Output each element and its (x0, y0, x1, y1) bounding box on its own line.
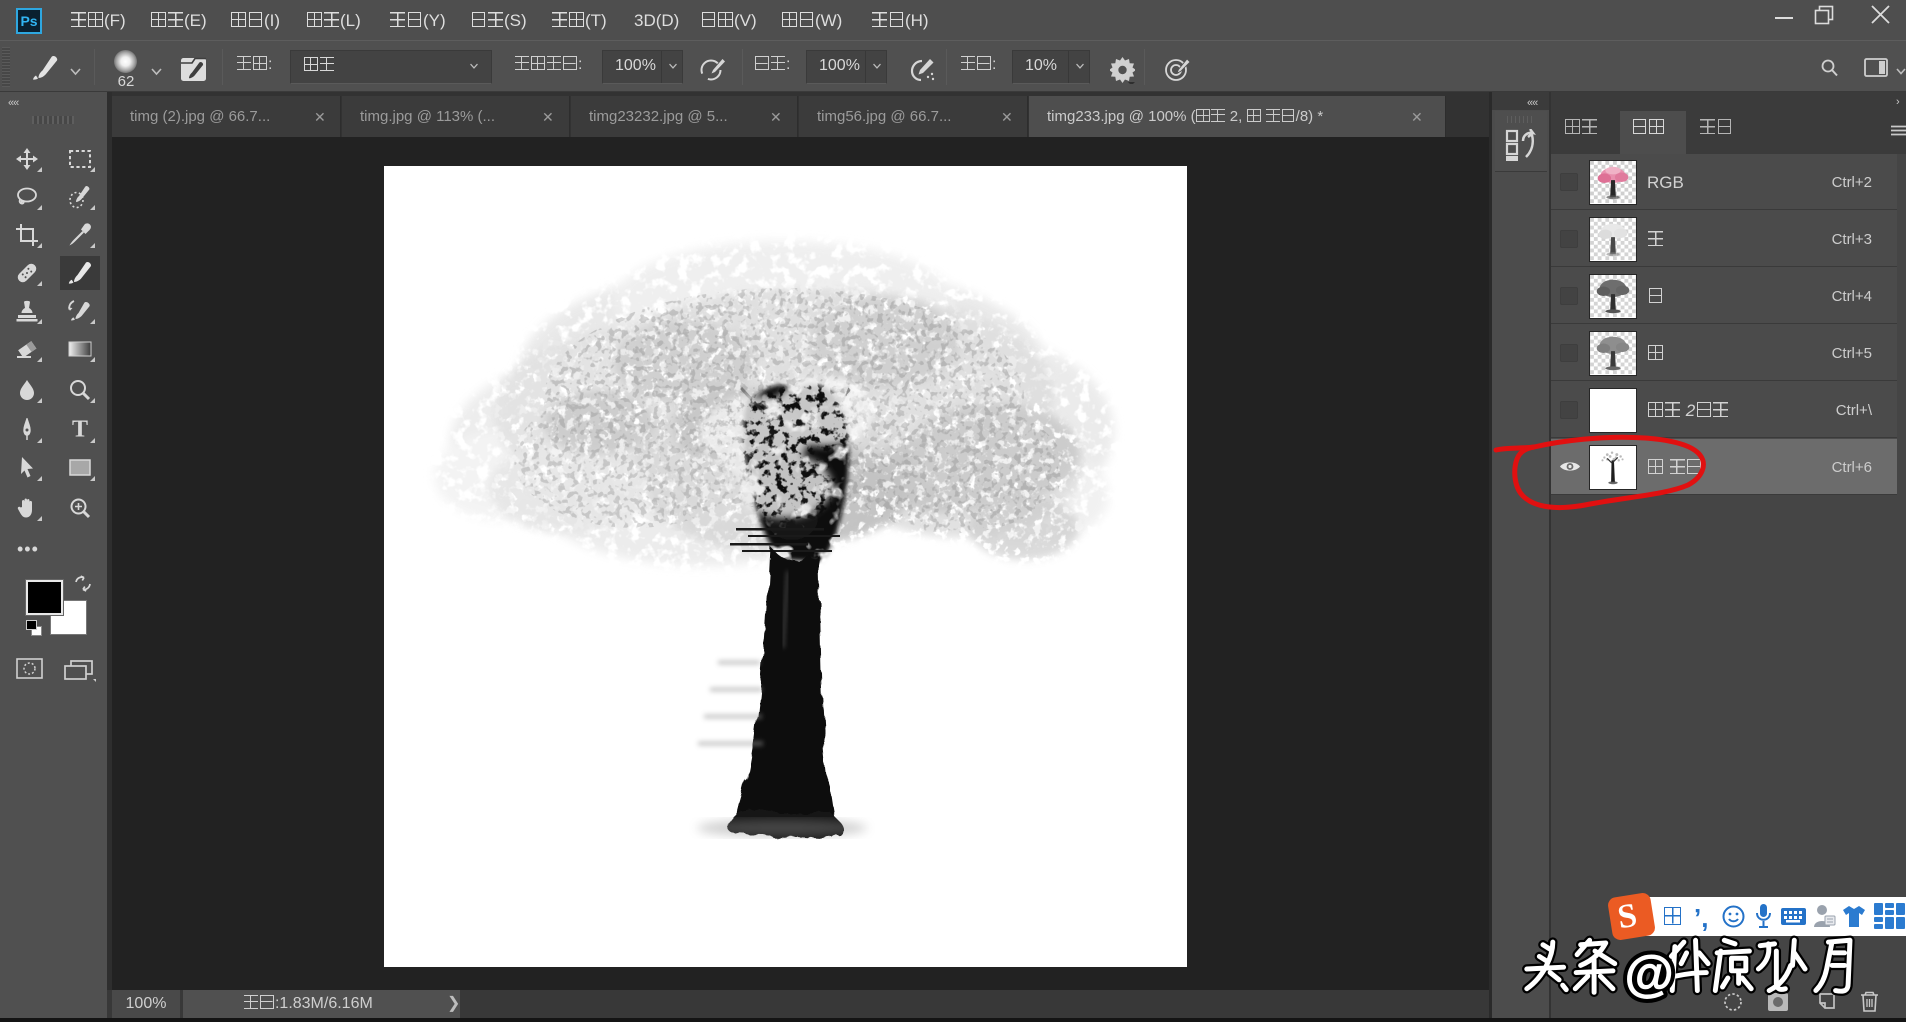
svg-text:@: @ (1625, 945, 1674, 1002)
